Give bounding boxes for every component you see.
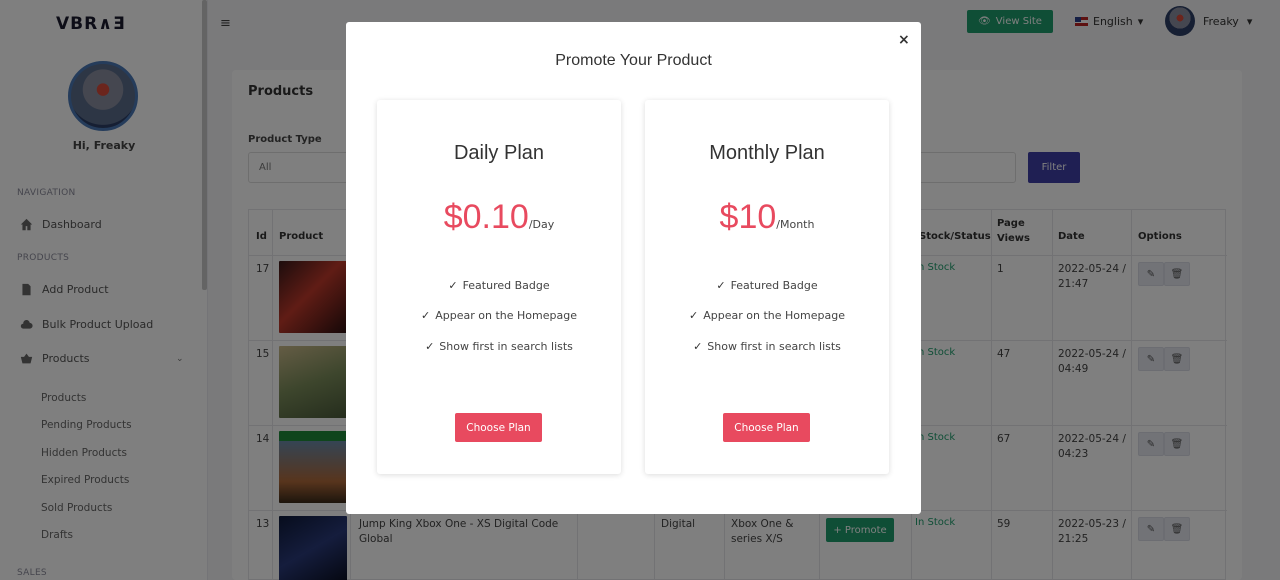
- plan-price: $10/Month: [645, 198, 889, 237]
- plan-feature: ✓ Appear on the Homepage: [645, 309, 889, 322]
- check-icon: ✓: [421, 309, 431, 322]
- plan-feature: ✓ Show first in search lists: [377, 340, 621, 353]
- check-icon: ✓: [693, 340, 703, 353]
- plan-name: Daily Plan: [453, 142, 545, 164]
- feature-label: Appear on the Homepage: [435, 309, 577, 322]
- price-value: $10: [719, 198, 777, 236]
- feature-label: Show first in search lists: [707, 340, 841, 353]
- close-icon[interactable]: ×: [898, 32, 910, 48]
- plan-feature: ✓ Featured Badge: [377, 279, 621, 292]
- plan-name: Monthly Plan: [709, 142, 825, 164]
- price-unit: /Day: [528, 218, 555, 231]
- check-icon: ✓: [448, 279, 458, 292]
- plan-price: $0.10/Day: [377, 198, 621, 237]
- feature-label: Featured Badge: [462, 279, 550, 292]
- promote-modal: × Promote Your Product Daily Plan $0.10/…: [346, 22, 921, 514]
- choose-plan-button-daily[interactable]: Choose Plan: [455, 413, 542, 442]
- price-value: $0.10: [443, 198, 529, 236]
- feature-label: Show first in search lists: [439, 340, 573, 353]
- check-icon: ✓: [716, 279, 726, 292]
- plan-feature: ✓ Show first in search lists: [645, 340, 889, 353]
- plan-card-monthly: Monthly Plan $10/Month ✓ Featured Badge ✓…: [645, 100, 889, 474]
- feature-label: Appear on the Homepage: [703, 309, 845, 322]
- plan-feature: ✓ Appear on the Homepage: [377, 309, 621, 322]
- plan-card-daily: Daily Plan $0.10/Day ✓ Featured Badge ✓ Ap…: [377, 100, 621, 474]
- price-unit: /Month: [776, 218, 815, 231]
- check-icon: ✓: [425, 340, 435, 353]
- plan-feature: ✓ Featured Badge: [645, 279, 889, 292]
- feature-label: Featured Badge: [730, 279, 818, 292]
- choose-plan-button-monthly[interactable]: Choose Plan: [723, 413, 810, 442]
- modal-title: Promote Your Product: [555, 52, 712, 69]
- check-icon: ✓: [689, 309, 699, 322]
